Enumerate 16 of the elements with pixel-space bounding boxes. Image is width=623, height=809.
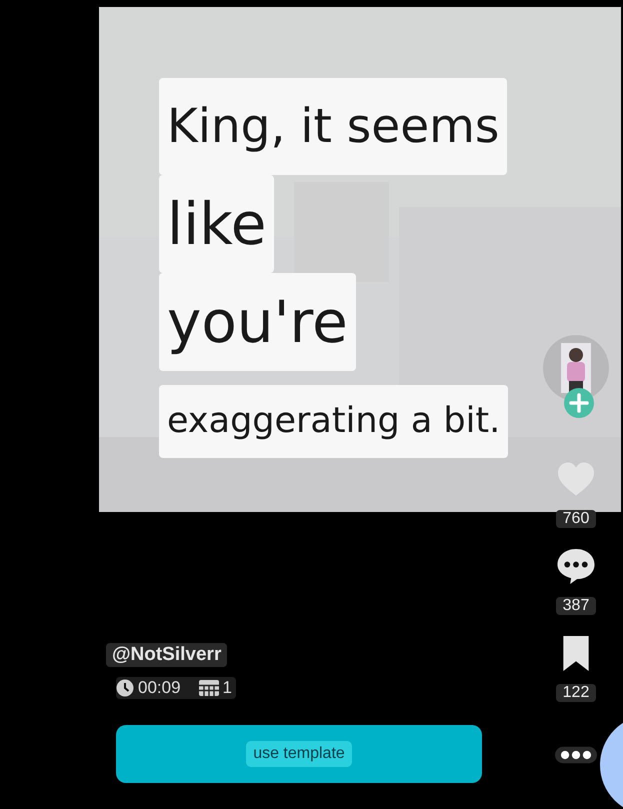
caption-text: King, it seems	[159, 78, 508, 175]
duration-label: 00:09	[138, 677, 181, 699]
grid-icon	[198, 680, 219, 696]
caption-text: like	[159, 175, 274, 273]
count-label: 122	[556, 684, 596, 702]
clip-count-label: 1	[222, 677, 232, 699]
use-template-button[interactable]: use template	[116, 725, 482, 783]
clock-icon	[116, 679, 134, 697]
more-icon[interactable]	[555, 746, 597, 764]
count-label: 760	[556, 510, 596, 528]
caption-text: exaggerating a bit.	[159, 385, 508, 458]
count-label: 387	[556, 597, 596, 615]
comment-icon[interactable]	[556, 548, 596, 585]
avatar-icon[interactable]	[543, 335, 609, 401]
caption-text: you're	[159, 273, 356, 371]
username-label[interactable]: @NotSilverr	[106, 643, 228, 667]
